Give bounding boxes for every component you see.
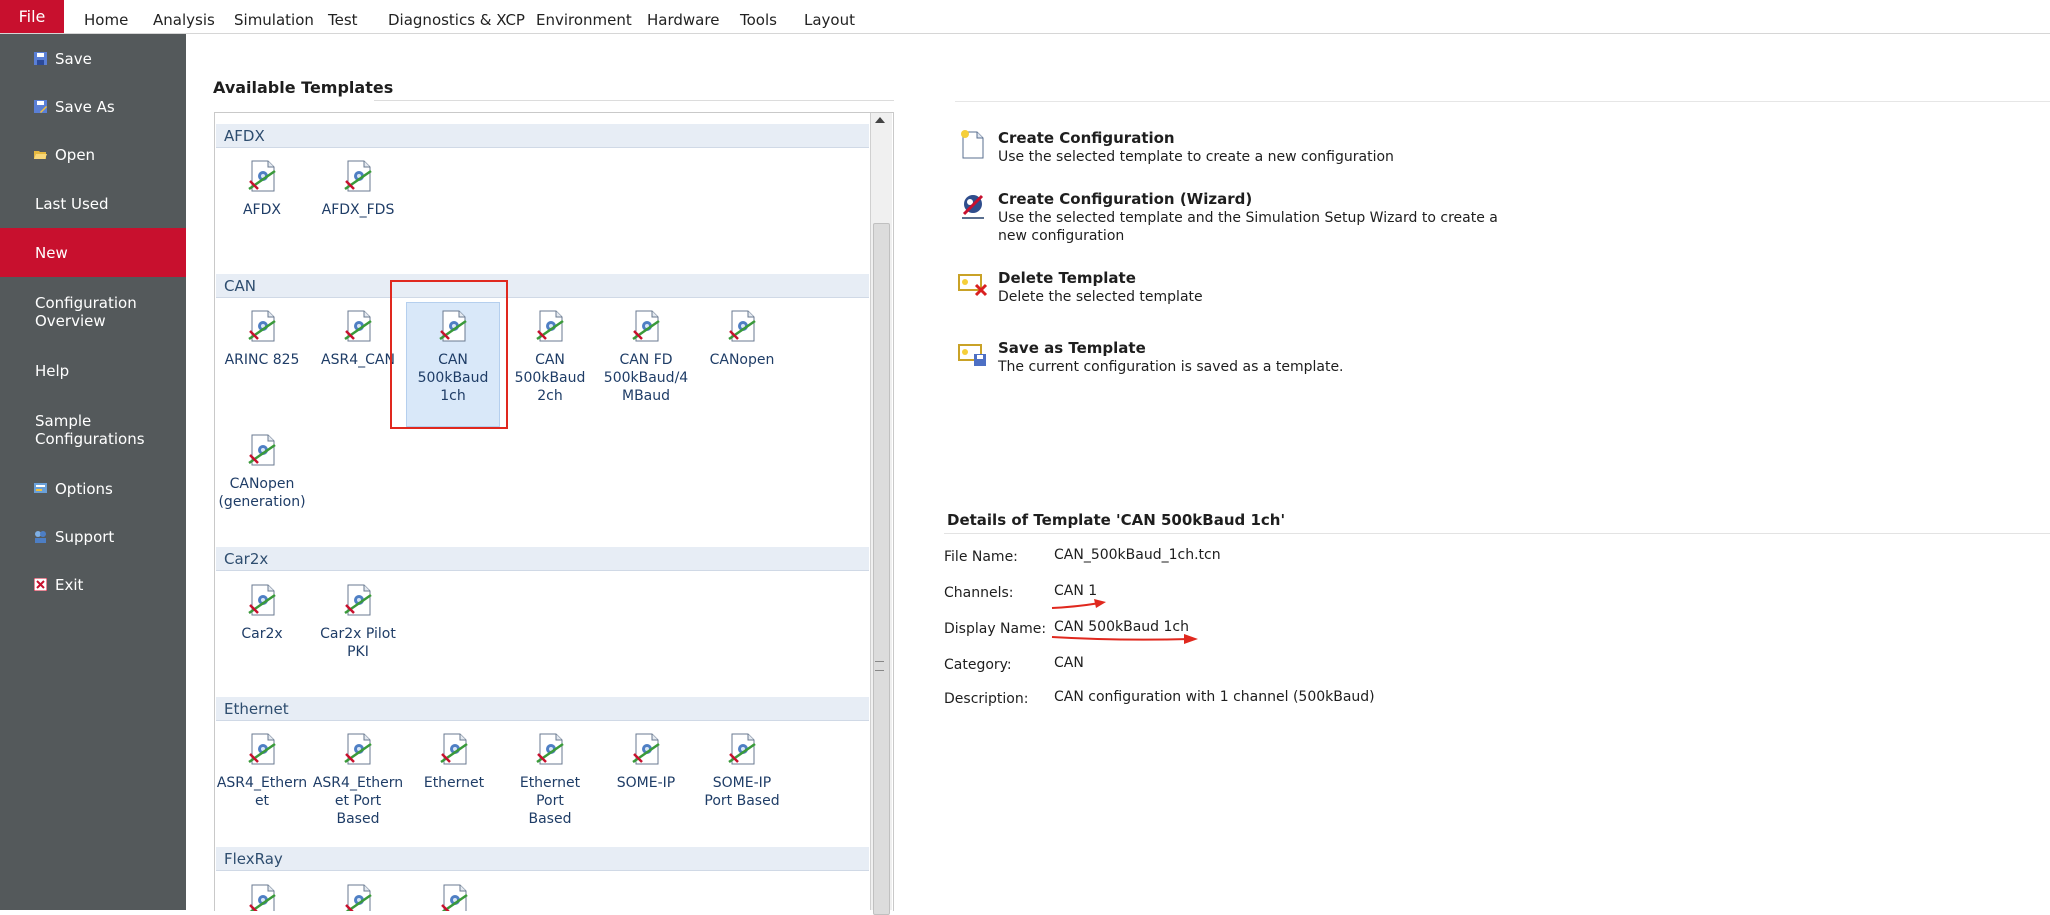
template-icon — [630, 309, 662, 343]
sidebar-item-new[interactable]: New — [0, 228, 186, 277]
group-header-afdx[interactable]: AFDX — [216, 124, 869, 148]
tab-diagnostics-xcp[interactable]: Diagnostics & XCP — [388, 0, 525, 33]
template-afdx-fds[interactable]: AFDX_FDS — [312, 159, 404, 219]
save-as-icon — [34, 100, 47, 113]
tab-home[interactable]: Home — [84, 0, 128, 33]
template-asr4-ethernet-port-based[interactable]: ASR4_Ethern et Port Based — [312, 732, 404, 828]
tab-test[interactable]: Test — [328, 0, 358, 33]
annotation-arrow-display-name — [1051, 634, 1198, 644]
template-asr4-ethernet[interactable]: ASR4_Ethern et — [216, 732, 308, 810]
sidebar-item-configuration-overview[interactable]: Configuration Overview — [0, 294, 186, 334]
sidebar-item-save-as[interactable]: Save As — [0, 98, 186, 120]
template-icon — [246, 309, 278, 343]
details-divider — [944, 533, 2050, 534]
template-icon — [726, 309, 758, 343]
group-header-flexray[interactable]: FlexRay — [216, 847, 869, 871]
actions-divider — [955, 101, 2050, 102]
template-can-500kbaud-2ch[interactable]: CAN 500kBaud 2ch — [504, 309, 596, 405]
group-header-car2x[interactable]: Car2x — [216, 547, 869, 571]
template-canopen[interactable]: CANopen — [696, 309, 788, 369]
available-templates-title: Available Templates — [213, 78, 394, 97]
scroll-thumb[interactable] — [873, 223, 890, 915]
tab-layout[interactable]: Layout — [804, 0, 855, 33]
tab-tools[interactable]: Tools — [740, 0, 777, 33]
template-icon — [342, 583, 374, 617]
support-icon — [35, 531, 46, 543]
sidebar-item-exit[interactable]: Exit — [0, 576, 186, 598]
sidebar-item-save[interactable]: Save — [0, 50, 186, 72]
file-name-value: CAN_500kBaud_1ch.tcn — [1054, 547, 1221, 563]
template-icon — [342, 732, 374, 766]
tab-simulation[interactable]: Simulation — [234, 0, 314, 33]
template-can-fd-500kbaud-4mbaud[interactable]: CAN FD 500kBaud/4 MBaud — [600, 309, 692, 405]
template-icon — [630, 732, 662, 766]
scroll-up-icon[interactable] — [875, 117, 885, 123]
sidebar-item-help[interactable]: Help — [0, 362, 186, 384]
template-car2x-pilot-pki[interactable]: Car2x Pilot PKI — [312, 583, 404, 661]
category-label: Category: — [944, 657, 1012, 673]
sidebar-item-sample-configurations[interactable]: Sample Configurations — [0, 412, 186, 452]
folder-open-icon — [34, 151, 47, 159]
template-icon — [438, 883, 470, 911]
sidebar-item-last-used[interactable]: Last Used — [0, 195, 186, 217]
template-ethernet-port-based[interactable]: Ethernet Port Based — [504, 732, 596, 828]
display-name-label: Display Name: — [944, 621, 1047, 637]
template-flexray-1[interactable] — [216, 883, 308, 911]
template-icon — [246, 433, 278, 467]
template-icon — [438, 732, 470, 766]
tab-analysis[interactable]: Analysis — [153, 0, 215, 33]
file-tab[interactable]: File — [0, 0, 64, 33]
wizard-icon — [962, 194, 984, 219]
template-flexray-2[interactable] — [312, 883, 404, 911]
template-icon — [246, 883, 278, 911]
tab-environment[interactable]: Environment — [536, 0, 632, 33]
menu-bar: File Home Analysis Simulation Test Diagn… — [0, 0, 2050, 34]
template-icon — [246, 583, 278, 617]
description-label: Description: — [944, 691, 1029, 707]
template-car2x[interactable]: Car2x — [216, 583, 308, 643]
template-icon — [342, 309, 374, 343]
save-template-icon — [958, 344, 986, 366]
templates-list: AFDX AFDX AFDX_FDS CAN ARINC 825 ASR4_CA… — [214, 112, 894, 911]
save-icon — [34, 52, 47, 65]
title-divider — [374, 100, 894, 101]
template-icon — [342, 883, 374, 911]
scroll-grip-icon — [875, 661, 884, 671]
group-header-can[interactable]: CAN — [216, 274, 869, 298]
template-ethernet[interactable]: Ethernet — [408, 732, 500, 792]
details-title: Details of Template 'CAN 500kBaud 1ch' — [947, 511, 1286, 529]
delete-template-icon — [958, 274, 988, 297]
template-some-ip-port-based[interactable]: SOME-IP Port Based — [696, 732, 788, 810]
template-icon — [246, 159, 278, 193]
template-icon — [726, 732, 758, 766]
sidebar-item-open[interactable]: Open — [0, 146, 186, 168]
options-icon — [34, 483, 47, 493]
annotation-arrow-channels — [1051, 599, 1106, 609]
description-value: CAN configuration with 1 channel (500kBa… — [1054, 689, 1375, 705]
template-icon — [342, 159, 374, 193]
template-some-ip[interactable]: SOME-IP — [600, 732, 692, 792]
template-icon — [534, 732, 566, 766]
template-arinc-825[interactable]: ARINC 825 — [216, 309, 308, 369]
template-afdx[interactable]: AFDX — [216, 159, 308, 219]
category-value: CAN — [1054, 655, 1084, 671]
template-icon — [246, 732, 278, 766]
file-name-label: File Name: — [944, 549, 1018, 565]
sidebar-item-support[interactable]: Support — [0, 528, 186, 550]
sidebar-item-options[interactable]: Options — [0, 480, 186, 502]
group-header-ethernet[interactable]: Ethernet — [216, 697, 869, 721]
templates-scrollbar[interactable] — [870, 113, 892, 915]
new-document-icon — [961, 130, 984, 159]
exit-icon — [34, 578, 47, 591]
tab-hardware[interactable]: Hardware — [647, 0, 719, 33]
template-icon — [534, 309, 566, 343]
template-canopen-generation[interactable]: CANopen (generation) — [216, 433, 308, 511]
channels-value: CAN 1 — [1054, 583, 1098, 599]
channels-label: Channels: — [944, 585, 1014, 601]
backstage-sidebar: Save Save As Open Last Used New Configur… — [0, 34, 186, 910]
annotation-highlight-box — [390, 280, 508, 429]
template-flexray-3[interactable] — [408, 883, 500, 911]
